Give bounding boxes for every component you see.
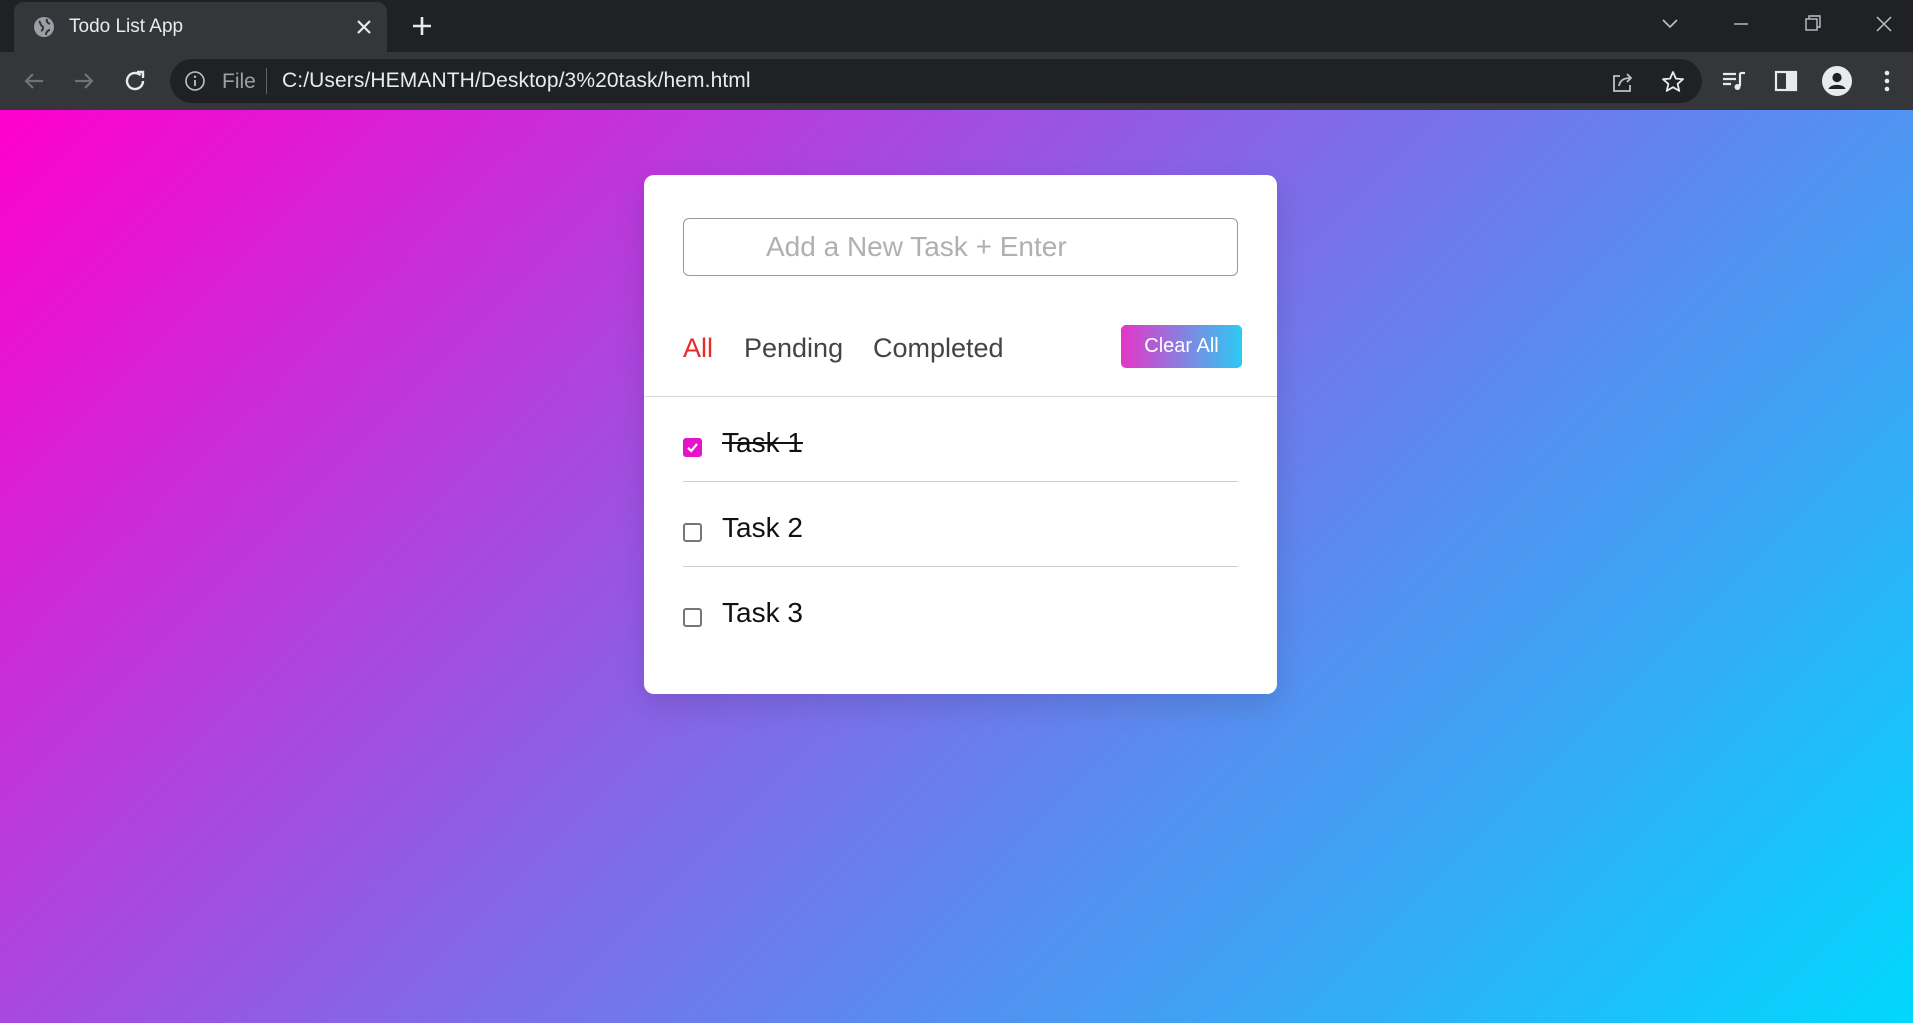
tab-search-icon[interactable] xyxy=(1648,8,1692,40)
forward-icon[interactable] xyxy=(69,66,99,96)
scheme-label: File xyxy=(222,70,256,93)
address-bar[interactable]: File C:/Users/HEMANTH/Desktop/3%20task/h… xyxy=(170,59,1702,103)
task-2-label: Task 2 xyxy=(722,512,803,543)
filter-completed[interactable]: Completed xyxy=(873,333,1004,364)
info-icon[interactable] xyxy=(184,70,206,92)
task-1-checkbox[interactable] xyxy=(683,438,702,457)
task-list: Task 1 Task 2 Task 3 xyxy=(683,397,1238,652)
new-task-input[interactable] xyxy=(683,218,1238,276)
media-control-icon[interactable] xyxy=(1720,67,1748,95)
restore-icon[interactable] xyxy=(1790,8,1834,40)
checkmark-icon xyxy=(687,443,698,453)
back-icon[interactable] xyxy=(19,66,49,96)
bookmark-star-icon[interactable] xyxy=(1660,69,1686,95)
task-3-checkbox[interactable] xyxy=(683,608,702,627)
task-item: Task 3 xyxy=(683,567,1238,652)
browser-toolbar: File C:/Users/HEMANTH/Desktop/3%20task/h… xyxy=(0,52,1913,110)
globe-icon xyxy=(34,17,54,37)
close-window-icon[interactable] xyxy=(1862,8,1906,40)
tab-title: Todo List App xyxy=(69,16,184,37)
share-icon[interactable] xyxy=(1610,69,1636,95)
side-panel-icon[interactable] xyxy=(1772,67,1800,95)
close-tab-icon[interactable] xyxy=(353,16,375,38)
new-tab-icon[interactable] xyxy=(408,12,436,40)
todo-card: All Pending Completed Clear All Task 1 T… xyxy=(644,175,1277,694)
kebab-menu-icon[interactable] xyxy=(1873,67,1901,95)
filter-bar: All Pending Completed Clear All xyxy=(683,325,1242,369)
task-item: Task 1 xyxy=(683,397,1238,482)
url-text[interactable]: C:/Users/HEMANTH/Desktop/3%20task/hem.ht… xyxy=(282,69,751,93)
filter-all[interactable]: All xyxy=(683,333,713,364)
reload-icon[interactable] xyxy=(120,66,150,96)
clear-all-button[interactable]: Clear All xyxy=(1121,325,1242,368)
task-item: Task 2 xyxy=(683,482,1238,567)
profile-avatar-icon[interactable] xyxy=(1821,65,1853,97)
browser-tab[interactable]: Todo List App xyxy=(14,2,387,52)
browser-tabstrip: Todo List App xyxy=(0,0,1913,52)
omnibox-separator xyxy=(266,68,267,94)
page-background: All Pending Completed Clear All Task 1 T… xyxy=(0,110,1913,1023)
filter-pending[interactable]: Pending xyxy=(744,333,843,364)
task-3-label: Task 3 xyxy=(722,597,803,628)
minimize-icon[interactable] xyxy=(1719,8,1763,40)
task-1-label: Task 1 xyxy=(722,427,803,458)
task-2-checkbox[interactable] xyxy=(683,523,702,542)
